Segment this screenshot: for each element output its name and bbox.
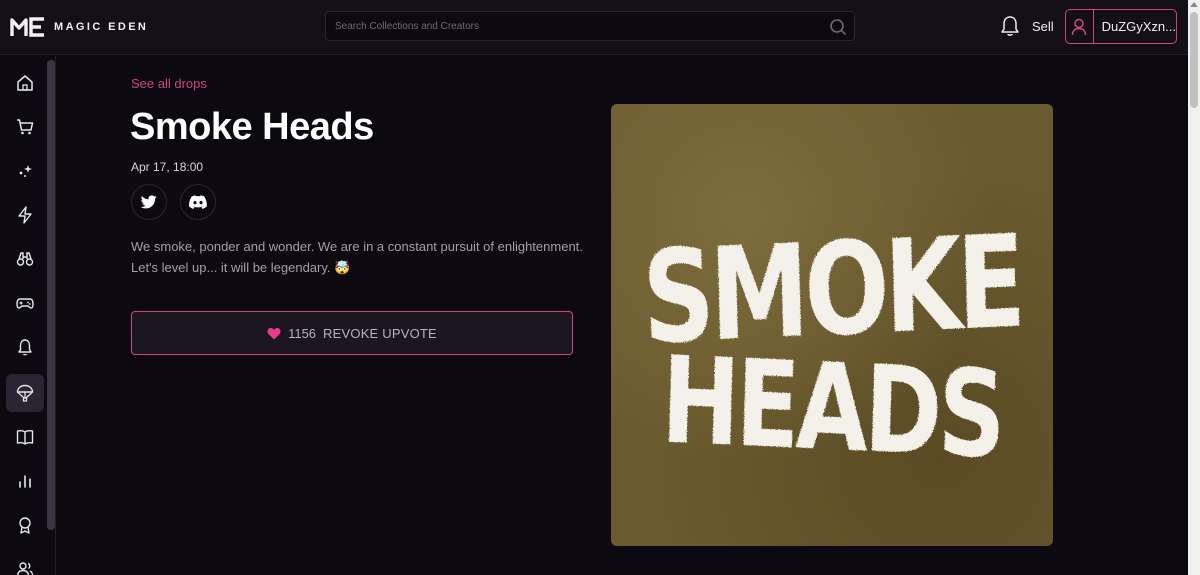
sidebar-item-games[interactable]: [6, 284, 44, 322]
smoke-heads-artwork-image: SMOKE HEADS: [641, 207, 1023, 486]
brand-name: MAGIC EDEN: [54, 21, 149, 33]
scroll-up-arrow-icon[interactable]: [1190, 2, 1198, 7]
users-icon: [16, 562, 34, 575]
discord-icon: [189, 195, 207, 209]
artwork-word-heads: HEADS: [660, 331, 1004, 486]
sidebar-item-home[interactable]: [6, 64, 44, 102]
sidebar-item-notifications[interactable]: [6, 328, 44, 366]
sidebar-item-lightning[interactable]: [6, 196, 44, 234]
search-icon[interactable]: [829, 18, 847, 36]
notifications-bell-icon[interactable]: [1000, 15, 1020, 37]
collection-artwork: SMOKE HEADS: [611, 104, 1053, 546]
sidebar-item-rewards[interactable]: [6, 506, 44, 544]
sparkles-icon: [19, 165, 32, 177]
twitter-button[interactable]: [131, 184, 167, 220]
lightning-icon: [18, 206, 32, 224]
upvote-label: REVOKE UPVOTE: [323, 325, 437, 341]
gamepad-icon: [16, 298, 34, 309]
discord-button[interactable]: [180, 184, 216, 220]
page-scrollbar[interactable]: [1188, 0, 1200, 575]
bar-chart-icon: [19, 475, 31, 488]
upvote-count: 1156: [288, 325, 317, 341]
parachute-icon: [16, 384, 34, 402]
search-input[interactable]: [326, 12, 854, 40]
award-icon: [19, 517, 31, 534]
binoculars-icon: [16, 252, 34, 266]
home-icon: [17, 75, 33, 91]
user-avatar: [1066, 10, 1094, 43]
magic-eden-logo[interactable]: MAGIC EDEN: [10, 14, 148, 40]
top-navigation-bar: MAGIC EDEN Sell DuZGyXzn...: [0, 0, 1188, 55]
sell-link[interactable]: Sell: [1032, 19, 1054, 34]
heart-icon: [267, 327, 281, 339]
user-account-button[interactable]: DuZGyXzn...: [1065, 9, 1177, 44]
cart-icon: [17, 119, 34, 135]
user-icon: [1072, 18, 1087, 35]
sidebar-item-learn[interactable]: [6, 418, 44, 456]
sidebar-scrollbar[interactable]: [47, 60, 55, 530]
sidebar-item-cart[interactable]: [6, 108, 44, 146]
drop-date: Apr 17, 18:00: [131, 160, 204, 174]
sidebar-item-sparkles[interactable]: [6, 152, 44, 190]
user-name: DuZGyXzn...: [1101, 19, 1176, 34]
bell-icon: [18, 339, 32, 356]
scrollbar-thumb[interactable]: [1190, 12, 1198, 108]
see-all-drops-link[interactable]: See all drops: [131, 76, 207, 91]
book-icon: [16, 430, 34, 445]
twitter-icon: [141, 195, 157, 209]
sidebar-item-binoculars[interactable]: [6, 240, 44, 278]
drop-description: We smoke, ponder and wonder. We are in a…: [131, 239, 583, 275]
page-title: Smoke Heads: [130, 106, 374, 148]
sidebar-item-drops[interactable]: [6, 374, 44, 412]
sidebar-item-community[interactable]: [6, 550, 44, 575]
search-bar: [325, 11, 855, 41]
sidebar: [0, 56, 56, 575]
sidebar-item-stats[interactable]: [6, 462, 44, 500]
magic-eden-logo-mark: [10, 17, 44, 37]
revoke-upvote-button[interactable]: 1156 REVOKE UPVOTE: [131, 311, 573, 355]
